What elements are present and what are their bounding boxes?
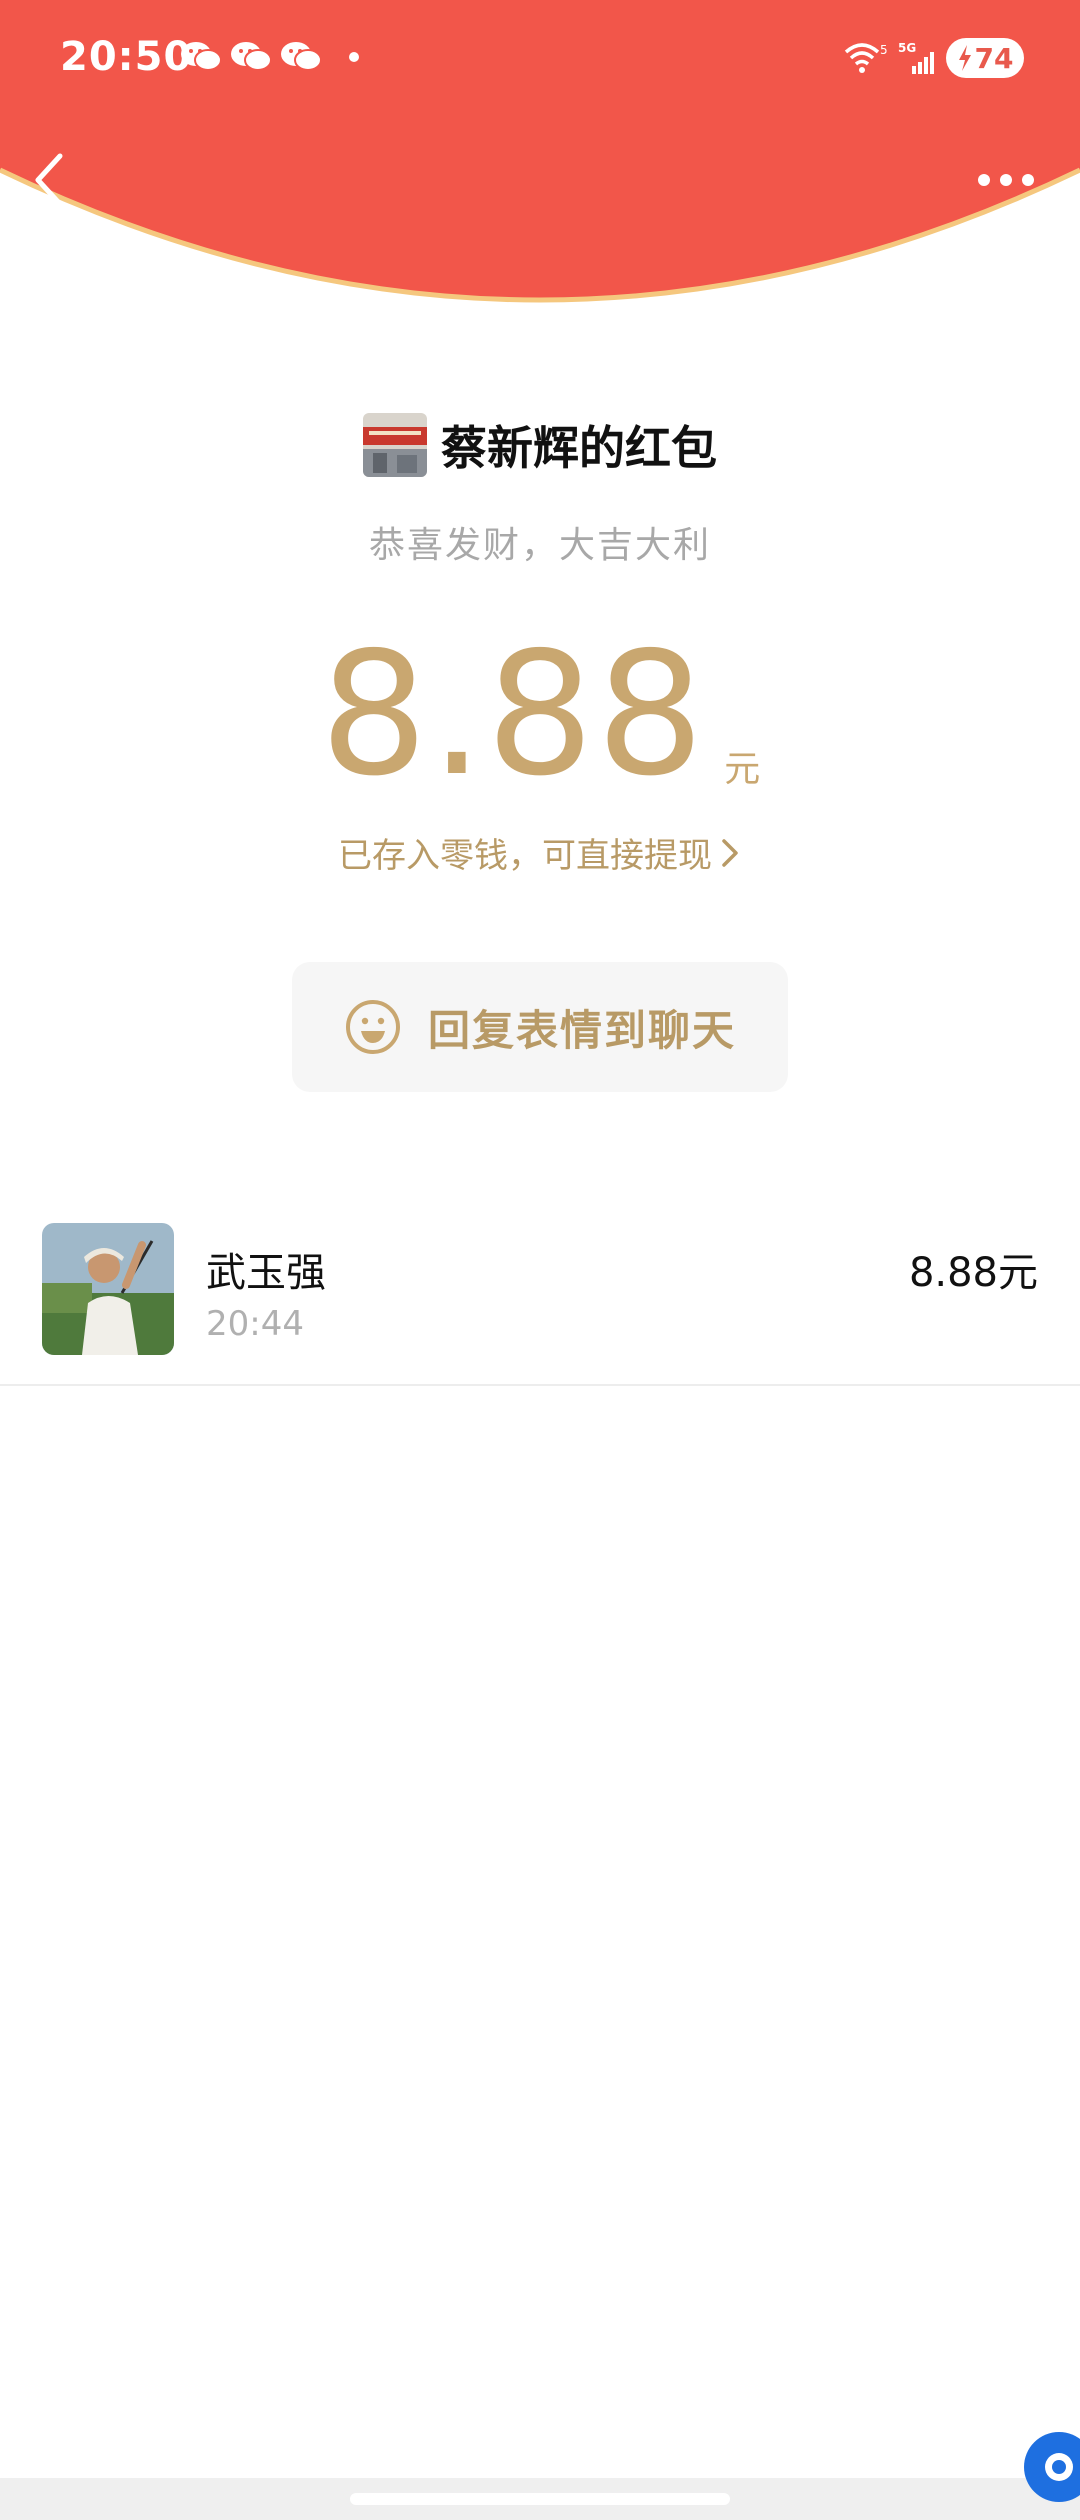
network-type: 5G	[898, 41, 916, 55]
home-indicator[interactable]	[350, 2493, 730, 2505]
floating-chat-icon[interactable]	[1022, 2430, 1080, 2504]
more-dots-icon[interactable]	[978, 165, 1038, 195]
wifi-badge: 5	[880, 43, 888, 57]
status-time: 20:50	[60, 34, 193, 80]
chevron-left-icon[interactable]	[30, 150, 70, 210]
notification-dot-icon	[349, 52, 359, 62]
sender-avatar	[363, 413, 427, 477]
chevron-right-icon	[722, 838, 738, 867]
sender-title: 蔡新辉的红包	[441, 421, 717, 475]
wallet-link[interactable]: 已存入零钱，可直接提现	[0, 828, 1080, 877]
charging-bolt-icon	[958, 45, 971, 71]
amount-display: 8.88 元	[0, 630, 1080, 800]
amount-unit: 元	[724, 749, 761, 790]
greeting-text: 恭喜发财，大吉大利	[368, 525, 711, 566]
status-notifications	[180, 40, 366, 74]
reply-button-label: 回复表情到聊天	[427, 1005, 736, 1055]
amount-value: 8.88	[319, 616, 707, 814]
wifi-icon: 5	[844, 43, 888, 73]
wechat-icon	[231, 42, 272, 71]
sender-line: 蔡新辉的红包	[0, 412, 1080, 478]
wallet-note-text: 已存入零钱，可直接提现	[338, 836, 712, 876]
record-time: 20:44	[206, 1304, 304, 1344]
list-item[interactable]: 武玉强 20:44 8.88元	[0, 1220, 1080, 1386]
wechat-icon	[281, 42, 322, 71]
red-packet-detail-page: 20:50 5 5G 74 蔡新辉的红包 恭喜发财，大吉大利 8.88 元 已存…	[0, 0, 1080, 2520]
battery-level: 74	[974, 41, 1014, 75]
reply-sticker-button[interactable]: 回复表情到聊天	[292, 962, 788, 1092]
record-name: 武玉强	[206, 1250, 326, 1296]
smile-icon	[345, 1000, 400, 1054]
record-amount: 8.88元	[908, 1250, 1038, 1296]
battery-indicator: 74	[946, 38, 1024, 78]
status-indicators: 5 5G 74	[842, 38, 1024, 78]
wechat-icon	[181, 42, 222, 71]
avatar	[42, 1223, 174, 1355]
cellular-signal-icon: 5G	[898, 41, 934, 74]
